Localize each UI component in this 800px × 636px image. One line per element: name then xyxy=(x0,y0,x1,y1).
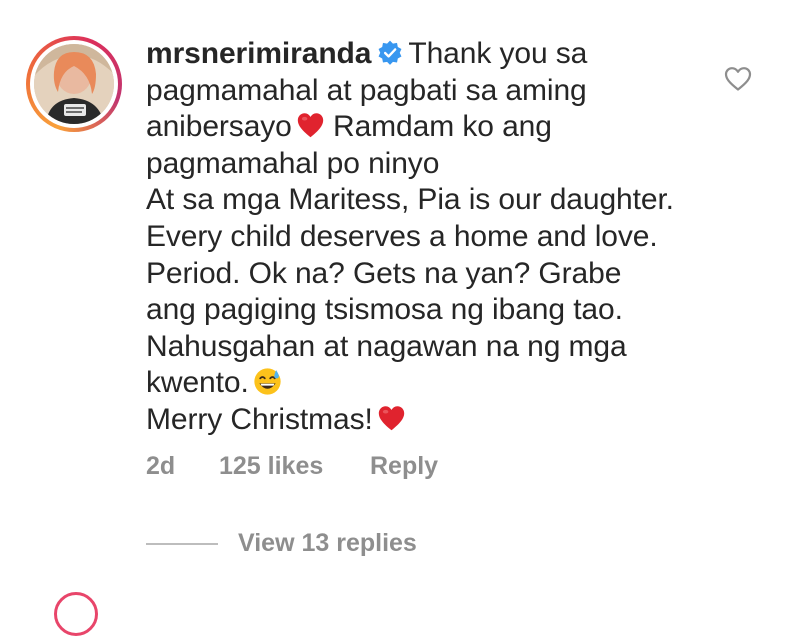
comment-meta: 2d 125 likes Reply xyxy=(146,452,438,481)
comment-text: Thank you sa xyxy=(408,37,588,70)
verified-badge-icon xyxy=(378,40,402,65)
comment-line-6: Every child deserves a home and love. xyxy=(146,219,658,253)
comment-line-4: pagmamahal po ninyo xyxy=(146,146,440,180)
comment-text: anibersayo xyxy=(146,110,292,144)
comment-line-1: mrsnerimiranda Thank you sa xyxy=(146,36,726,73)
comment-text: Ramdam ko ang xyxy=(333,110,552,144)
comment-text: Merry Christmas! xyxy=(146,402,373,436)
avatar-story-ring[interactable] xyxy=(26,36,122,132)
comment-text: kwento. xyxy=(146,366,249,400)
next-comment-avatar[interactable] xyxy=(54,592,98,636)
username-link[interactable]: mrsnerimiranda xyxy=(146,37,371,70)
comment-line-5: At sa mga Maritess, Pia is our daughter. xyxy=(146,183,674,217)
avatar-image xyxy=(34,44,114,124)
comment-line-8: ang pagiging tsismosa ng ibang tao. xyxy=(146,293,623,327)
likes-count[interactable]: 125 likes xyxy=(219,452,370,481)
red-heart-emoji xyxy=(297,113,323,138)
grinning-sweat-emoji xyxy=(254,368,281,395)
comment-line-10: kwento. xyxy=(146,365,726,402)
comment-line-7: Period. Ok na? Gets na yan? Grabe xyxy=(146,256,622,290)
comment-line-3: anibersayo Ramdam ko ang xyxy=(146,109,726,146)
red-heart-emoji xyxy=(378,406,404,431)
comment: mrsnerimiranda Thank you sa pagmamahal a… xyxy=(0,0,800,636)
comment-line-9: Nahusgahan at nagawan na ng mga xyxy=(146,329,627,363)
avatar[interactable] xyxy=(34,44,114,124)
comment-line-2: pagmamahal at pagbati sa aming xyxy=(146,73,587,107)
comment-line-11: Merry Christmas! xyxy=(146,402,726,439)
comment-body: mrsnerimiranda Thank you sa pagmamahal a… xyxy=(146,36,726,439)
view-replies-button[interactable]: View 13 replies xyxy=(146,529,417,558)
replies-divider xyxy=(146,542,218,545)
heart-outline-icon[interactable] xyxy=(724,66,752,92)
timestamp: 2d xyxy=(146,452,176,480)
reply-button[interactable]: Reply xyxy=(370,452,438,481)
view-replies-label: View 13 replies xyxy=(238,529,417,557)
